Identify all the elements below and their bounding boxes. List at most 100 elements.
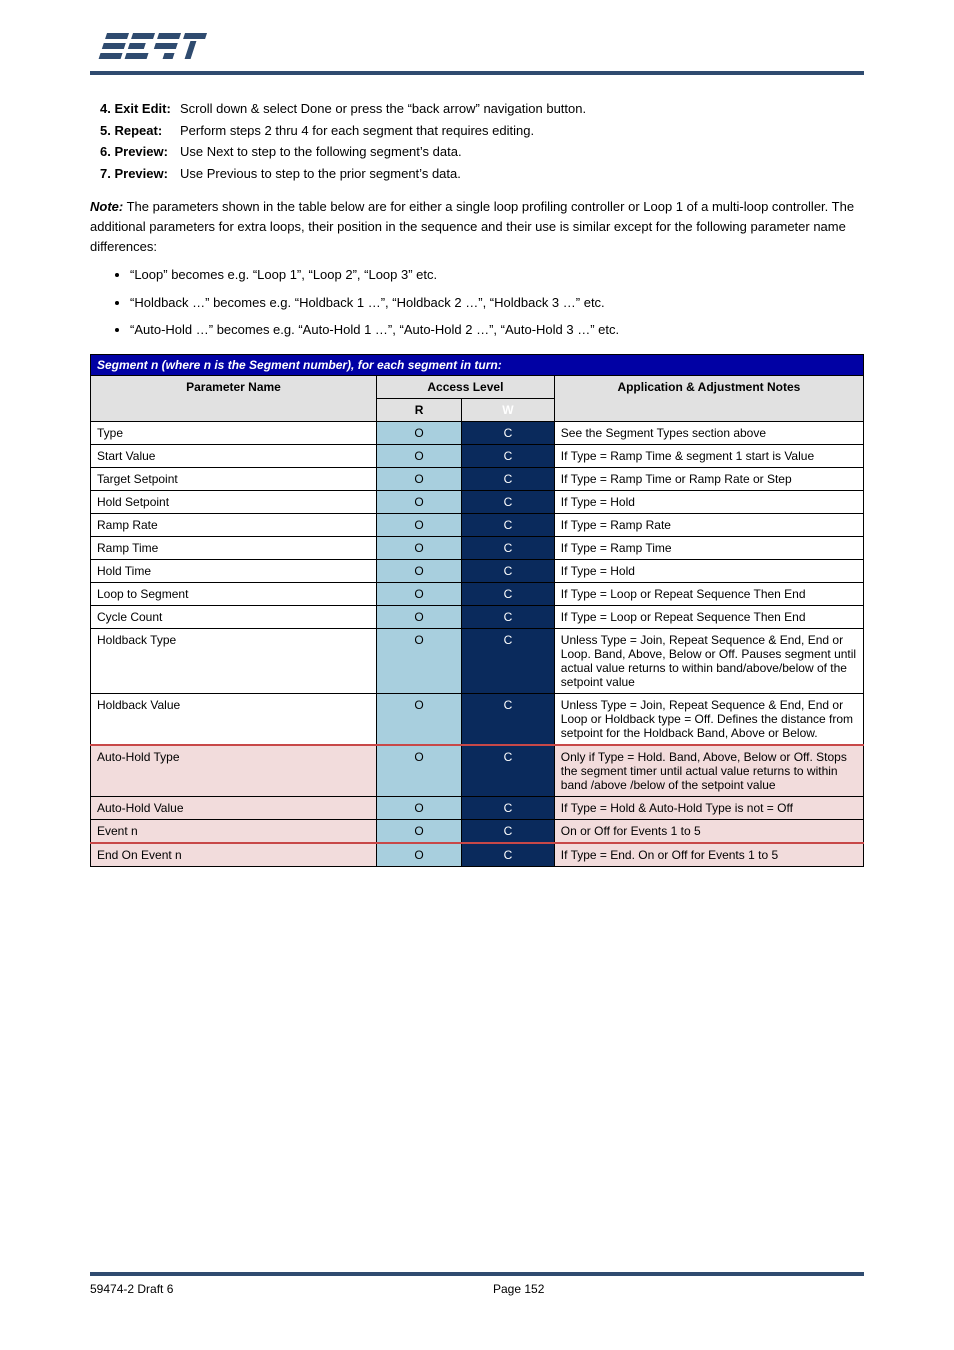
intro-num: 7. Preview: [100,164,180,184]
cell-notes: Unless Type = Join, Repeat Sequence & En… [554,693,863,745]
cell-notes: See the Segment Types section above [554,421,863,444]
cell-notes: On or Off for Events 1 to 5 [554,819,863,843]
cell-w: C [462,421,555,444]
cell-notes: If Type = End. On or Off for Events 1 to… [554,843,863,867]
cell-param: Auto-Hold Type [91,745,377,797]
cell-notes: If Type = Ramp Time & segment 1 start is… [554,444,863,467]
cell-w: C [462,796,555,819]
intro-num: 4. Exit Edit: [100,99,180,119]
cell-notes: If Type = Loop or Repeat Sequence Then E… [554,605,863,628]
segment-parameter-table: Segment n (where n is the Segment number… [90,354,864,867]
footer-center: Page 152 [493,1282,544,1296]
footer-left: 59474-2 Draft 6 [90,1282,173,1296]
table-row: Auto-Hold TypeOCOnly if Type = Hold. Ban… [91,745,864,797]
table-row: Ramp RateOCIf Type = Ramp Rate [91,513,864,536]
bullet-item: “Loop” becomes e.g. “Loop 1”, “Loop 2”, … [130,265,864,285]
intro-steps: 4. Exit Edit: Scroll down & select Done … [90,99,864,183]
intro-row: 7. Preview: Use Previous to step to the … [90,164,864,184]
table-row: Holdback TypeOCUnless Type = Join, Repea… [91,628,864,693]
table-row: Start ValueOCIf Type = Ramp Time & segme… [91,444,864,467]
table-title-row: Segment n (where n is the Segment number… [91,354,864,375]
intro-num: 5. Repeat: [100,121,180,141]
cell-w: C [462,559,555,582]
table-row: Hold TimeOCIf Type = Hold [91,559,864,582]
table-row: End On Event nOCIf Type = End. On or Off… [91,843,864,867]
cell-w: C [462,745,555,797]
intro-text: Use Next to step to the following segmen… [180,142,864,162]
cell-notes: If Type = Ramp Time [554,536,863,559]
footer-rule [90,1272,864,1276]
intro-text: Use Previous to step to the prior segmen… [180,164,864,184]
cell-w: C [462,467,555,490]
cell-r: O [377,745,462,797]
page-footer: 59474-2 Draft 6 Page 152 [90,1272,864,1296]
cell-r: O [377,693,462,745]
cell-param: Ramp Time [91,536,377,559]
cell-notes: Unless Type = Join, Repeat Sequence & En… [554,628,863,693]
cell-r: O [377,421,462,444]
cell-notes: If Type = Loop or Repeat Sequence Then E… [554,582,863,605]
cell-param: Hold Setpoint [91,490,377,513]
cell-param: Cycle Count [91,605,377,628]
cell-param: Holdback Value [91,693,377,745]
cell-param: Holdback Type [91,628,377,693]
table-row: Cycle CountOCIf Type = Loop or Repeat Se… [91,605,864,628]
table-row: Loop to SegmentOCIf Type = Loop or Repea… [91,582,864,605]
bullet-item: “Auto-Hold …” becomes e.g. “Auto-Hold 1 … [130,320,864,340]
cell-r: O [377,582,462,605]
cell-param: Type [91,421,377,444]
note-body: The parameters shown in the table below … [90,199,854,254]
table-row: Event nOCOn or Off for Events 1 to 5 [91,819,864,843]
cell-r: O [377,559,462,582]
cell-w: C [462,513,555,536]
cell-notes: If Type = Ramp Time or Ramp Rate or Step [554,467,863,490]
brand-logo [90,30,864,67]
cell-notes: If Type = Hold [554,490,863,513]
intro-row: 5. Repeat: Perform steps 2 thru 4 for ea… [90,121,864,141]
table-row: Target SetpointOCIf Type = Ramp Time or … [91,467,864,490]
cell-param: End On Event n [91,843,377,867]
intro-num: 6. Preview: [100,142,180,162]
table-row: TypeOCSee the Segment Types section abov… [91,421,864,444]
col-param: Parameter Name [91,375,377,421]
col-w: W [462,398,555,421]
cell-w: C [462,582,555,605]
note-bullets: “Loop” becomes e.g. “Loop 1”, “Loop 2”, … [130,265,864,340]
cell-param: Event n [91,819,377,843]
cell-w: C [462,628,555,693]
col-notes: Application & Adjustment Notes [554,375,863,421]
table-title: Segment n (where n is the Segment number… [91,354,864,375]
cell-notes: If Type = Hold & Auto-Hold Type is not =… [554,796,863,819]
bullet-item: “Holdback …” becomes e.g. “Holdback 1 …”… [130,293,864,313]
cell-r: O [377,819,462,843]
cell-r: O [377,796,462,819]
cell-w: C [462,693,555,745]
note-paragraph: Note: The parameters shown in the table … [90,197,864,257]
cell-w: C [462,605,555,628]
cell-param: Target Setpoint [91,467,377,490]
cell-r: O [377,628,462,693]
cell-r: O [377,513,462,536]
header-rule [90,71,864,75]
cell-notes: Only if Type = Hold. Band, Above, Below … [554,745,863,797]
intro-text: Scroll down & select Done or press the “… [180,99,864,119]
cell-param: Ramp Rate [91,513,377,536]
cell-w: C [462,536,555,559]
cell-notes: If Type = Ramp Rate [554,513,863,536]
intro-row: 6. Preview: Use Next to step to the foll… [90,142,864,162]
cell-notes: If Type = Hold [554,559,863,582]
cell-w: C [462,843,555,867]
cell-r: O [377,490,462,513]
cell-param: Start Value [91,444,377,467]
note-label: Note: [90,199,123,214]
cell-param: Loop to Segment [91,582,377,605]
table-row: Ramp TimeOCIf Type = Ramp Time [91,536,864,559]
table-row: Hold SetpointOCIf Type = Hold [91,490,864,513]
cell-r: O [377,843,462,867]
intro-row: 4. Exit Edit: Scroll down & select Done … [90,99,864,119]
cell-param: Auto-Hold Value [91,796,377,819]
col-r: R [377,398,462,421]
cell-w: C [462,819,555,843]
cell-w: C [462,444,555,467]
cell-r: O [377,444,462,467]
